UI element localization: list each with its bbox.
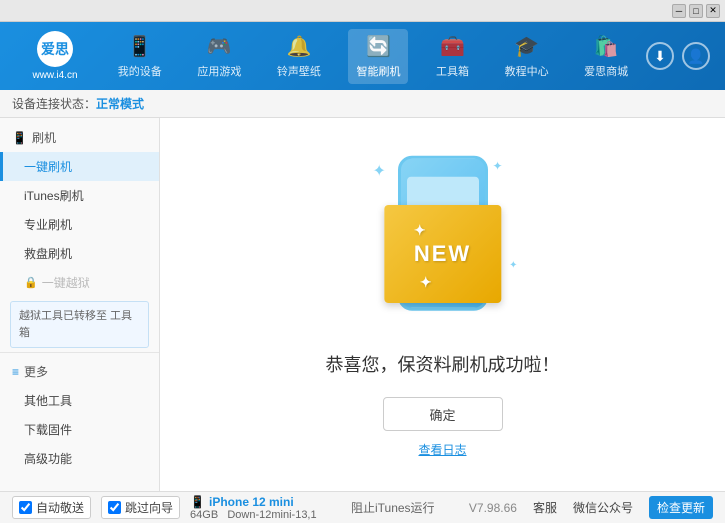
bottom-right: V7.98.66 客服 微信公众号 检查更新 (469, 496, 713, 519)
skip-wizard-label: 跳过向导 (125, 499, 173, 516)
bottom-bar: 自动敬送 跳过向导 📱 iPhone 12 mini 64GB Down-12m… (0, 491, 725, 523)
onekey-flash-label: 一键刷机 (24, 160, 72, 174)
view-log-link[interactable]: 查看日志 (418, 441, 466, 458)
device-name: 📱 iPhone 12 mini (190, 495, 317, 509)
logo-url: www.i4.cn (32, 70, 77, 81)
shop-icon: 🛍️ (594, 34, 619, 59)
sparkle-3-icon: ✦ (509, 260, 517, 271)
nav-smart-flash[interactable]: 🔄 智能刷机 (348, 29, 408, 84)
nav-tutorial-label: 教程中心 (505, 63, 549, 79)
other-tools-label: 其他工具 (24, 394, 72, 408)
skip-wizard-checkbox-group[interactable]: 跳过向导 (101, 496, 180, 519)
nav-shop-label: 爱思商城 (584, 63, 628, 79)
flash-section-icon: 📱 (12, 131, 27, 145)
rescue-flash-label: 救盘刷机 (24, 247, 72, 261)
maximize-button[interactable]: □ (689, 4, 703, 18)
bottom-left: 自动敬送 跳过向导 📱 iPhone 12 mini 64GB Down-12m… (12, 495, 317, 521)
sidebar-section-flash: 📱 刷机 (0, 123, 159, 152)
sidebar: 📱 刷机 一键刷机 iTunes刷机 专业刷机 救盘刷机 🔒 一键越狱 越狱工具… (0, 118, 160, 491)
nav-ringtone-label: 铃声壁纸 (277, 63, 321, 79)
nav-ringtone[interactable]: 🔔 铃声壁纸 (269, 29, 329, 84)
nav-smart-flash-label: 智能刷机 (356, 63, 400, 79)
nav-apps-games-label: 应用游戏 (197, 63, 241, 79)
confirm-button[interactable]: 确定 (383, 397, 503, 431)
nav-tutorial[interactable]: 🎓 教程中心 (497, 29, 557, 84)
smart-flash-icon: 🔄 (366, 34, 391, 59)
bottom-itunes-status[interactable]: 阻止iTunes运行 (351, 499, 435, 516)
nav-my-device-label: 我的设备 (118, 63, 162, 79)
minimize-button[interactable]: ─ (672, 4, 686, 18)
jailbreak-notice: 越狱工具已转移至 工具箱 (10, 301, 149, 348)
jailbreak-notice-text: 越狱工具已转移至 工具箱 (19, 310, 132, 339)
check-update-button[interactable]: 检查更新 (649, 496, 713, 519)
more-section-icon: ≡ (12, 365, 19, 379)
sidebar-item-download-firmware[interactable]: 下载固件 (0, 415, 159, 444)
skip-wizard-checkbox[interactable] (108, 501, 121, 514)
main-area: 📱 刷机 一键刷机 iTunes刷机 专业刷机 救盘刷机 🔒 一键越狱 越狱工具… (0, 118, 725, 491)
new-banner: NEW (384, 205, 501, 303)
my-device-icon: 📱 (127, 34, 152, 59)
sidebar-item-onekey-flash[interactable]: 一键刷机 (0, 152, 159, 181)
auto-push-label: 自动敬送 (36, 499, 84, 516)
wechat-public-link[interactable]: 微信公众号 (573, 499, 633, 516)
toolbox-icon: 🧰 (440, 34, 465, 59)
success-illustration: ✦ ✦ ✦ NEW (343, 151, 543, 331)
sidebar-item-rescue-flash[interactable]: 救盘刷机 (0, 239, 159, 268)
itunes-status-text: 阻止iTunes运行 (351, 499, 435, 516)
device-info: 📱 iPhone 12 mini 64GB Down-12mini-13,1 (190, 495, 317, 521)
sidebar-section-more: ≡ 更多 (0, 357, 159, 386)
nav-toolbox-label: 工具箱 (436, 63, 469, 79)
apps-games-icon: 🎮 (207, 34, 232, 59)
logo: 爱思 www.i4.cn (10, 31, 100, 81)
logo-icon: 爱思 (37, 31, 73, 67)
jailbreak-disabled-label: 一键越狱 (42, 274, 90, 291)
status-bar: 设备连接状态： 正常模式 (0, 90, 725, 118)
top-nav: 爱思 www.i4.cn 📱 我的设备 🎮 应用游戏 🔔 铃声壁纸 🔄 智能刷机… (0, 22, 725, 90)
download-button[interactable]: ⬇ (646, 42, 674, 70)
status-value: 正常模式 (96, 95, 144, 112)
ringtone-icon: 🔔 (286, 34, 311, 59)
pro-flash-label: 专业刷机 (24, 218, 72, 232)
sidebar-divider (0, 352, 159, 353)
itunes-flash-label: iTunes刷机 (24, 189, 84, 203)
status-label: 设备连接状态： (12, 95, 96, 112)
logo-text: 爱思 (41, 39, 69, 59)
more-section-label: 更多 (24, 363, 48, 380)
tutorial-icon: 🎓 (514, 34, 539, 59)
success-message: 恭喜您，保资料刷机成功啦！ (326, 351, 560, 377)
sparkle-2-icon: ✦ (492, 159, 502, 173)
sidebar-item-jailbreak-disabled: 🔒 一键越狱 (0, 268, 159, 297)
nav-right-controls: ⬇ 👤 (646, 42, 715, 70)
nav-toolbox[interactable]: 🧰 工具箱 (428, 29, 477, 84)
close-button[interactable]: ✕ (706, 4, 720, 18)
title-bar: ─ □ ✕ (0, 0, 725, 22)
sparkle-1-icon: ✦ (373, 161, 386, 181)
auto-push-checkbox-group[interactable]: 自动敬送 (12, 496, 91, 519)
customer-service-link[interactable]: 客服 (533, 499, 557, 516)
device-details: 64GB Down-12mini-13,1 (190, 509, 317, 521)
nav-apps-games[interactable]: 🎮 应用游戏 (189, 29, 249, 84)
center-content: ✦ ✦ ✦ NEW 恭喜您，保资料刷机成功啦！ 确定 查看日志 (160, 118, 725, 491)
nav-menu: 📱 我的设备 🎮 应用游戏 🔔 铃声壁纸 🔄 智能刷机 🧰 工具箱 🎓 教程中心… (100, 29, 646, 84)
new-banner-text: NEW (414, 241, 471, 266)
account-button[interactable]: 👤 (682, 42, 710, 70)
sidebar-item-itunes-flash[interactable]: iTunes刷机 (0, 181, 159, 210)
lock-icon: 🔒 (24, 276, 38, 289)
advanced-label: 高级功能 (24, 452, 72, 466)
flash-section-label: 刷机 (32, 129, 56, 146)
auto-push-checkbox[interactable] (19, 501, 32, 514)
nav-my-device[interactable]: 📱 我的设备 (110, 29, 170, 84)
window-controls: ─ □ ✕ (672, 4, 720, 18)
device-icon: 📱 (190, 495, 205, 509)
sidebar-item-other-tools[interactable]: 其他工具 (0, 386, 159, 415)
nav-shop[interactable]: 🛍️ 爱思商城 (576, 29, 636, 84)
version-text: V7.98.66 (469, 501, 517, 515)
sidebar-item-advanced[interactable]: 高级功能 (0, 444, 159, 473)
sidebar-item-pro-flash[interactable]: 专业刷机 (0, 210, 159, 239)
download-firmware-label: 下载固件 (24, 423, 72, 437)
